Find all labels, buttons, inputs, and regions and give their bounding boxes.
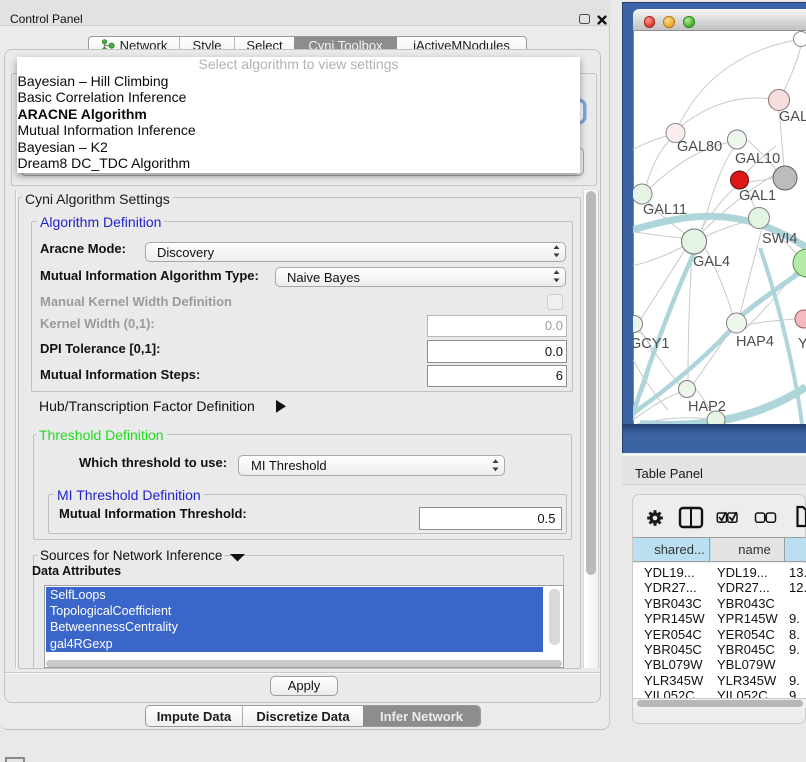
svg-text:GCY1: GCY1 bbox=[633, 336, 670, 352]
svg-text:GAL11: GAL11 bbox=[643, 202, 687, 218]
svg-text:GAL10: GAL10 bbox=[735, 151, 780, 167]
svg-text:GAL1: GAL1 bbox=[739, 188, 776, 204]
svg-text:SWI4: SWI4 bbox=[762, 231, 797, 247]
svg-text:GAL4: GAL4 bbox=[693, 254, 730, 270]
svg-text:GAL7: GAL7 bbox=[779, 109, 806, 125]
svg-text:GAL80: GAL80 bbox=[677, 139, 722, 155]
svg-text:HAP4: HAP4 bbox=[736, 334, 774, 350]
svg-text:Y: Y bbox=[798, 336, 806, 352]
svg-text:HAP2: HAP2 bbox=[688, 399, 726, 415]
